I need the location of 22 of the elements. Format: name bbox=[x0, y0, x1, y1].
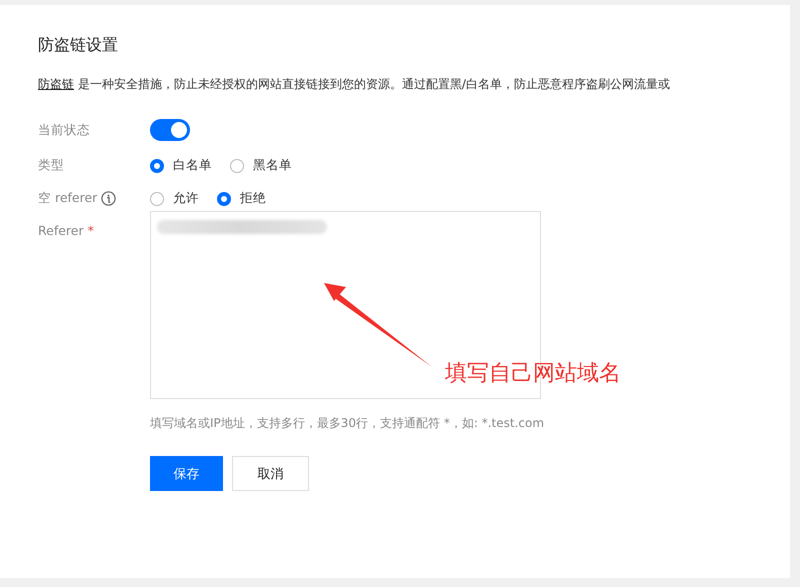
radio-button[interactable] bbox=[230, 158, 244, 172]
field-label: Referer bbox=[38, 223, 84, 238]
field-label: 当前状态 bbox=[38, 122, 91, 138]
save-button[interactable]: 保存 bbox=[150, 456, 223, 491]
radio-button[interactable] bbox=[217, 192, 231, 206]
page-title: 防盗链设置 bbox=[38, 35, 119, 56]
radio-option[interactable]: 白名单 bbox=[150, 157, 212, 174]
radio-option[interactable]: 拒绝 bbox=[217, 190, 266, 207]
radio-button[interactable] bbox=[150, 158, 164, 172]
field-label: 类型 bbox=[38, 157, 65, 174]
annotation-text: 填写自己网站域名 bbox=[445, 360, 621, 388]
radio-button[interactable] bbox=[150, 192, 164, 206]
required-mark: * bbox=[88, 223, 94, 238]
hint-text: 填写域名或IP地址，支持多行，最多30行，支持通配符 *，如: *.test.com bbox=[150, 415, 544, 432]
radio-option[interactable]: 允许 bbox=[150, 190, 199, 207]
field-label: 空 referer bbox=[38, 190, 98, 207]
info-icon[interactable] bbox=[101, 191, 116, 206]
radio-option[interactable]: 黑名单 bbox=[230, 157, 292, 174]
status-toggle[interactable] bbox=[150, 119, 190, 141]
anti-leech-link[interactable]: 防盗链 bbox=[38, 77, 74, 91]
cancel-button[interactable]: 取消 bbox=[232, 456, 309, 491]
description: 防盗链 是一种安全措施，防止未经授权的网站直接链接到您的资源。通过配置黑/白名单，防止恶意程序盗刷公网流量或 bbox=[38, 76, 671, 93]
